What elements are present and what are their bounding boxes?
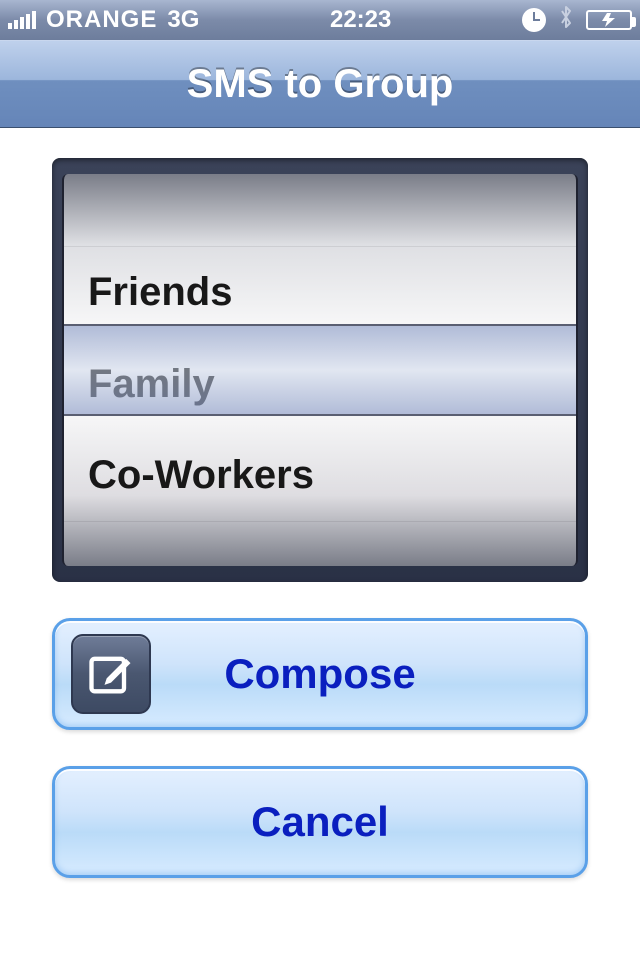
- compose-button[interactable]: Compose: [52, 618, 588, 730]
- group-picker[interactable]: Friends Family Co-Workers: [52, 158, 588, 582]
- status-time: 22:23: [330, 6, 391, 34]
- bluetooth-icon: [558, 5, 574, 35]
- status-left: ORANGE 3G: [8, 6, 199, 34]
- status-right: [522, 5, 632, 35]
- picker-item-label: Family: [88, 362, 215, 407]
- cancel-button-label: Cancel: [251, 798, 389, 846]
- picker-item-family[interactable]: Family: [64, 338, 576, 430]
- network-label: 3G: [167, 6, 199, 34]
- compose-button-label: Compose: [224, 650, 415, 698]
- nav-bar: SMS to Group: [0, 40, 640, 128]
- picker-wheel[interactable]: Friends Family Co-Workers: [62, 174, 578, 566]
- picker-item-coworkers[interactable]: Co-Workers: [64, 430, 576, 522]
- compose-icon: [71, 634, 151, 714]
- signal-bars-icon: [8, 11, 36, 29]
- alarm-icon: [522, 8, 546, 32]
- picker-item-label: Friends: [88, 270, 232, 315]
- status-bar: ORANGE 3G 22:23: [0, 0, 640, 40]
- carrier-label: ORANGE: [46, 6, 157, 34]
- cancel-button[interactable]: Cancel: [52, 766, 588, 878]
- battery-icon: [586, 10, 632, 30]
- nav-title: SMS to Group: [187, 62, 454, 107]
- picker-item-friends[interactable]: Friends: [64, 246, 576, 338]
- picker-item-label: Co-Workers: [88, 453, 314, 498]
